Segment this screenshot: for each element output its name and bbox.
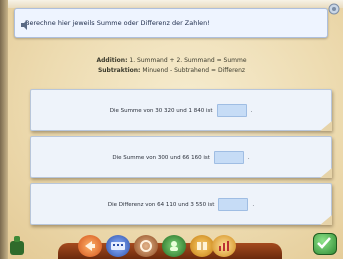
arrow-icon <box>85 241 95 251</box>
task-text: Die Summe von 30 320 und 1 840 ist <box>109 107 213 114</box>
task-suffix: . <box>250 107 253 114</box>
task-line-3: Die Differenz von 64 110 und 3 550 ist . <box>31 198 331 211</box>
task-card-3: Die Differenz von 64 110 und 3 550 ist . <box>30 183 332 225</box>
tool-button-arrow[interactable] <box>78 235 102 257</box>
character-icon <box>170 241 178 251</box>
tool-button-book[interactable] <box>190 235 214 257</box>
rule-subtraction-text: Minuend - Subtrahend = Differenz <box>142 67 246 74</box>
task-suffix: . <box>252 201 255 208</box>
task-suffix: . <box>247 154 250 161</box>
window-frame-top <box>0 0 343 8</box>
tool-button-statistics[interactable] <box>212 235 236 257</box>
book-icon <box>197 242 207 250</box>
speaker-icon[interactable] <box>19 19 29 31</box>
answer-input-2[interactable] <box>213 151 244 164</box>
bottom-toolbar <box>0 233 343 259</box>
task-text: Die Summe von 300 und 66 160 ist <box>112 154 210 161</box>
settings-icon[interactable] <box>327 2 341 16</box>
tool-button-character[interactable] <box>162 235 186 257</box>
task-text: Die Differenz von 64 110 und 3 550 ist <box>107 201 215 208</box>
task-line-1: Die Summe von 30 320 und 1 840 ist . <box>31 104 331 117</box>
rule-subtraction-label: Subtraktion: <box>97 67 141 74</box>
rule-subtraction: Subtraktion: Minuend - Subtrahend = Diff… <box>0 67 343 74</box>
checkmark-icon <box>317 237 331 249</box>
rule-addition-text: 1. Summand + 2. Summand = Summe <box>129 57 247 64</box>
task-card-2: Die Summe von 300 und 66 160 ist . <box>30 136 332 178</box>
task-line-2: Die Summe von 300 und 66 160 ist . <box>31 151 331 164</box>
check-button[interactable] <box>313 233 337 255</box>
exercise-app: Berechne hier jeweils Summe oder Differe… <box>0 0 343 259</box>
rule-addition: Addition: 1. Summand + 2. Summand = Summ… <box>0 57 343 64</box>
task-card-1: Die Summe von 30 320 und 1 840 ist . <box>30 89 332 131</box>
help-icon <box>140 240 152 252</box>
statistics-icon <box>219 241 229 251</box>
answer-input-1[interactable] <box>216 104 247 117</box>
answer-input-3[interactable] <box>218 198 249 211</box>
window-frame-left <box>0 0 8 259</box>
instruction-bar: Berechne hier jeweils Summe oder Differe… <box>14 8 328 38</box>
instruction-text: Berechne hier jeweils Summe oder Differe… <box>25 19 210 27</box>
tool-button-help[interactable] <box>134 235 158 257</box>
tool-button-keyboard[interactable] <box>106 235 130 257</box>
rule-addition-label: Addition: <box>96 57 128 64</box>
bag-icon[interactable] <box>6 233 28 257</box>
keyboard-icon <box>111 242 125 250</box>
